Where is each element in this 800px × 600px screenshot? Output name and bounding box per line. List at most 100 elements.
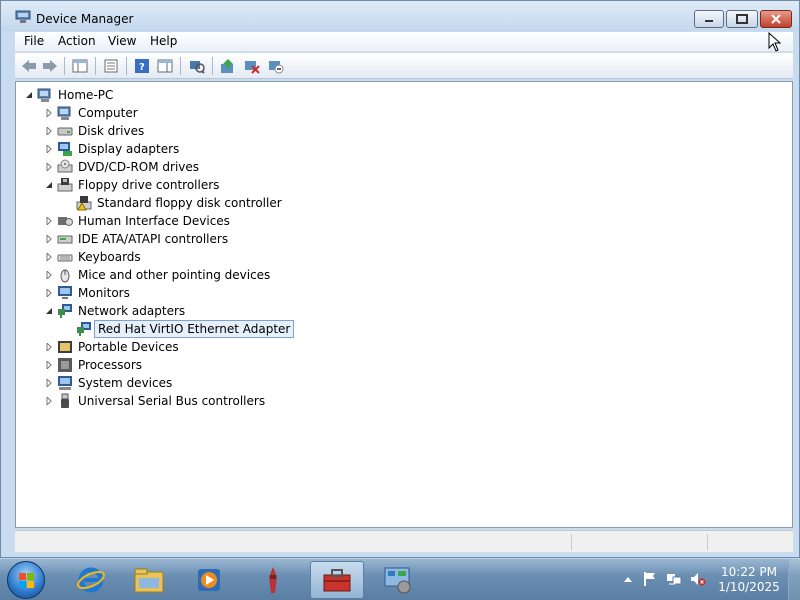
tree-node-monitors[interactable]: Monitors [16, 284, 416, 302]
forward-arrow-icon [43, 60, 57, 72]
tree-node-hid[interactable]: Human Interface Devices [16, 212, 416, 230]
help-icon: ? [135, 59, 149, 73]
tree-node-label: Processors [78, 358, 143, 372]
expand-icon [46, 163, 52, 171]
tree-node-ide-controllers[interactable]: IDE ATA/ATAPI controllers [16, 230, 416, 248]
help-button[interactable]: ? [132, 57, 152, 75]
tree-node-label: Computer [78, 106, 138, 120]
tree-node-label: IDE ATA/ATAPI controllers [78, 232, 229, 246]
action-pane-icon [157, 59, 173, 73]
close-button[interactable] [760, 10, 792, 28]
update-driver-icon [221, 59, 233, 73]
tree-node-system-devices[interactable]: System devices [16, 374, 416, 392]
minimize-button[interactable] [694, 10, 724, 28]
network-icon [667, 574, 682, 585]
tree-node-mice[interactable]: Mice and other pointing devices [16, 266, 416, 284]
tree-node-display-adapters[interactable]: Display adapters [16, 140, 416, 158]
taskbar-device-manager-toolbox[interactable] [310, 561, 364, 599]
control-panel-icon [384, 567, 411, 594]
disable-device-button[interactable] [266, 57, 286, 75]
taskbar-file-explorer[interactable] [122, 561, 176, 599]
menu-action[interactable]: Action [54, 34, 100, 48]
hid-icon [57, 213, 73, 229]
action-pane-button[interactable] [155, 57, 175, 75]
uninstall-button[interactable] [242, 57, 262, 75]
tree-node-label: Human Interface Devices [78, 214, 230, 228]
collapse-icon [46, 182, 52, 188]
start-button[interactable] [7, 561, 45, 599]
action-center-flag-icon [644, 572, 655, 586]
menu-file[interactable]: File [20, 34, 48, 48]
taskbar-media-player[interactable] [182, 561, 236, 599]
floppy-controller-warning-icon [76, 195, 92, 211]
action-center-button[interactable] [642, 571, 658, 587]
device-tree[interactable]: Home-PC Computer Disk drives Display ada… [15, 81, 793, 528]
tree-node-dvd-drives[interactable]: DVD/CD-ROM drives [16, 158, 416, 176]
portable-device-icon [57, 339, 73, 355]
network-tray-button[interactable] [666, 571, 682, 587]
taskbar-clock[interactable]: 10:22 PM 1/10/2025 [716, 565, 782, 595]
show-hidden-icons-button[interactable] [620, 571, 636, 587]
title-bar[interactable]: Device Manager [1, 1, 799, 31]
show-hide-console-tree-button[interactable] [70, 57, 90, 75]
tree-node-usb-controllers[interactable]: Universal Serial Bus controllers [16, 392, 416, 410]
media-player-icon [198, 569, 220, 591]
tree-node-network-adapters[interactable]: Network adapters [16, 302, 416, 320]
device-manager-window: Device Manager File Action View Help ? H… [0, 0, 800, 558]
tree-node-redhat-virtio-adapter[interactable]: Red Hat VirtIO Ethernet Adapter [16, 320, 416, 338]
monitor-icon [57, 285, 73, 301]
uninstall-icon [245, 61, 260, 74]
clock-date: 1/10/2025 [718, 580, 780, 594]
tree-node-floppy-controllers[interactable]: Floppy drive controllers [16, 176, 416, 194]
tree-root[interactable]: Home-PC [16, 86, 416, 104]
toolbar: ? [15, 53, 793, 79]
display-adapter-icon [57, 141, 73, 157]
internet-explorer-icon [77, 567, 105, 593]
window-title: Device Manager [36, 12, 134, 26]
maximize-button[interactable] [726, 10, 758, 28]
forward-button[interactable] [40, 57, 60, 75]
tree-node-label: Network adapters [78, 304, 186, 318]
tree-node-disk-drives[interactable]: Disk drives [16, 122, 416, 140]
volume-muted-icon [691, 573, 706, 586]
back-arrow-icon [22, 60, 36, 72]
paint-icon [269, 567, 277, 593]
tree-node-portable-devices[interactable]: Portable Devices [16, 338, 416, 356]
expand-icon [46, 343, 52, 351]
status-bar [15, 530, 793, 552]
taskbar-paint[interactable] [246, 561, 300, 599]
show-desktop-button[interactable] [788, 559, 800, 600]
menu-bar: File Action View Help [15, 32, 793, 52]
tree-node-label: Monitors [78, 286, 130, 300]
file-explorer-icon [134, 568, 164, 593]
tree-node-keyboards[interactable]: Keyboards [16, 248, 416, 266]
collapse-icon [46, 308, 52, 314]
update-driver-button[interactable] [218, 57, 238, 75]
show-hidden-icons-arrow [624, 577, 632, 582]
tree-node-label: Floppy drive controllers [78, 178, 220, 192]
clock-time: 10:22 PM [721, 565, 777, 579]
taskbar-control-panel[interactable] [370, 561, 424, 599]
minimize-icon [705, 20, 713, 22]
volume-tray-button[interactable] [690, 571, 706, 587]
expand-icon [46, 109, 52, 117]
tree-node-label: DVD/CD-ROM drives [78, 160, 200, 174]
tree-node-label: System devices [78, 376, 173, 390]
tree-node-standard-floppy-controller[interactable]: Standard floppy disk controller [16, 194, 416, 212]
device-manager-icon [15, 10, 31, 27]
tree-node-computer[interactable]: Computer [16, 104, 416, 122]
windows-logo-icon [19, 573, 34, 588]
usb-icon [57, 393, 73, 409]
taskbar-internet-explorer[interactable] [64, 561, 118, 599]
toolbox-icon [323, 569, 351, 592]
expand-icon [46, 127, 52, 135]
menu-help[interactable]: Help [146, 34, 181, 48]
back-button[interactable] [19, 57, 39, 75]
tree-node-label: Universal Serial Bus controllers [78, 394, 266, 408]
floppy-controller-icon [57, 177, 73, 193]
menu-view[interactable]: View [104, 34, 140, 48]
disable-device-icon [269, 61, 284, 74]
scan-hardware-button[interactable] [187, 57, 207, 75]
tree-node-processors[interactable]: Processors [16, 356, 416, 374]
properties-button[interactable] [101, 57, 121, 75]
